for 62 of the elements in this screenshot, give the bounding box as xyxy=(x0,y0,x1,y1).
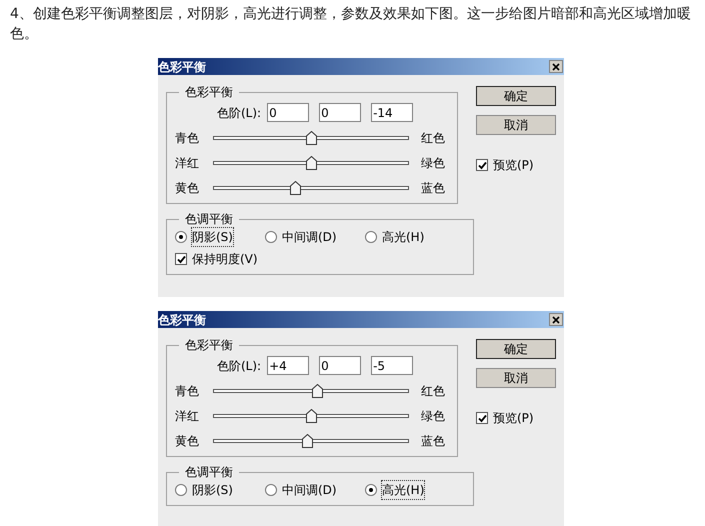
slider-left-label: 青色 xyxy=(175,130,200,146)
level-field[interactable]: +4 xyxy=(267,356,310,375)
dialog-button[interactable]: 取消 xyxy=(476,115,556,135)
slider-thumb[interactable] xyxy=(312,384,323,398)
dialog-button[interactable]: 取消 xyxy=(476,368,556,388)
slider-thumb[interactable] xyxy=(302,434,314,448)
dialog-button[interactable]: 确定 xyxy=(476,86,556,106)
slider-thumb[interactable] xyxy=(306,130,317,144)
slider-right-label: 蓝色 xyxy=(421,432,445,450)
radio-label: 阴影(S) xyxy=(192,482,233,499)
slider-thumb[interactable] xyxy=(306,408,317,422)
group-title: 色调平衡 xyxy=(184,211,234,228)
close-button[interactable] xyxy=(549,60,563,73)
slider-left-label: 黄色 xyxy=(175,180,200,196)
dialog-button[interactable]: 确定 xyxy=(476,339,556,359)
slider-right-label: 蓝色 xyxy=(421,180,445,196)
level-field[interactable]: 0 xyxy=(319,356,362,375)
group-title: 色调平衡 xyxy=(184,464,234,481)
slider-left-label: 洋红 xyxy=(175,154,200,172)
radio-button[interactable] xyxy=(175,484,187,496)
radio-button[interactable] xyxy=(365,484,377,496)
slider-right-label: 绿色 xyxy=(421,154,445,172)
radio-button[interactable] xyxy=(265,484,277,496)
intro-paragraph: 4、创建色彩平衡调整图层，对阴影，高光进行调整，参数及效果如下图。这一步给图片暗部和高光区域增加暖色。 xyxy=(9,5,692,44)
levels-label: 色阶(L): xyxy=(217,104,262,122)
checkbox-label: 预览(P) xyxy=(493,410,534,427)
window-title: 色彩平衡 xyxy=(158,314,206,326)
level-field[interactable]: 0 xyxy=(267,103,310,122)
radio-label: 高光(H) xyxy=(382,481,424,499)
slider-left-label: 青色 xyxy=(175,382,200,400)
level-field[interactable]: -5 xyxy=(371,356,414,375)
close-icon xyxy=(552,62,560,70)
checkbox[interactable] xyxy=(476,412,488,424)
level-field[interactable]: -14 xyxy=(371,103,414,122)
group-title: 色彩平衡 xyxy=(184,84,234,101)
radio-button[interactable] xyxy=(265,231,277,243)
radio-label: 中间调(D) xyxy=(282,229,337,246)
checkbox[interactable] xyxy=(476,159,488,171)
slider-left-label: 洋红 xyxy=(175,408,200,424)
check-icon xyxy=(478,160,486,170)
checkbox-label: 预览(P) xyxy=(493,157,534,174)
slider-right-label: 红色 xyxy=(421,130,445,146)
radio-button[interactable] xyxy=(365,231,377,243)
check-icon xyxy=(478,414,486,422)
checkbox[interactable] xyxy=(175,253,187,265)
radio-label: 阴影(S) xyxy=(192,228,233,246)
radio-button[interactable] xyxy=(175,231,187,243)
close-icon xyxy=(552,316,560,324)
checkbox-label: 保持明度(V) xyxy=(192,251,258,268)
level-field[interactable]: 0 xyxy=(319,103,362,122)
slider-right-label: 红色 xyxy=(421,382,445,400)
radio-label: 高光(H) xyxy=(382,229,424,246)
slider-thumb[interactable] xyxy=(306,156,317,170)
group-title: 色彩平衡 xyxy=(184,337,234,354)
window-title: 色彩平衡 xyxy=(158,60,206,72)
slider-thumb[interactable] xyxy=(290,180,302,194)
slider-left-label: 黄色 xyxy=(175,432,200,450)
check-icon xyxy=(176,254,186,264)
levels-label: 色阶(L): xyxy=(217,358,262,374)
slider-right-label: 绿色 xyxy=(421,408,445,424)
radio-label: 中间调(D) xyxy=(282,482,337,499)
close-button[interactable] xyxy=(549,313,563,326)
